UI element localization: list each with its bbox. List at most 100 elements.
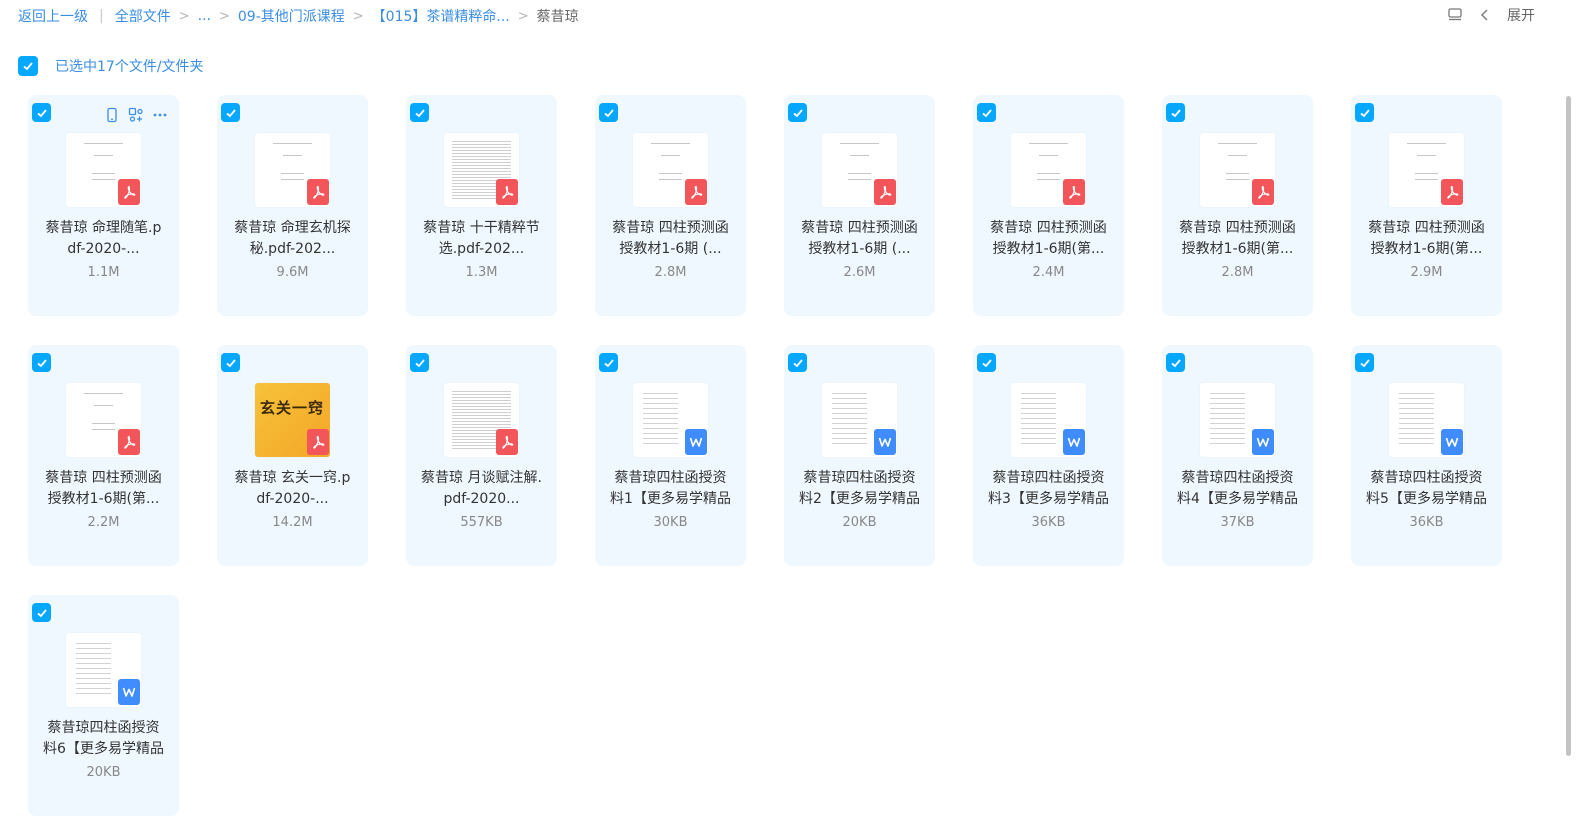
file-name-line-2: 授教材1-6期(第...: [992, 241, 1105, 257]
expand-button[interactable]: 展开: [1507, 5, 1535, 25]
document-preview: [76, 643, 111, 697]
phone-icon[interactable]: [104, 107, 120, 123]
file-card[interactable]: 蔡昔琼 命理随笔.p df-2020-... 1.1M: [28, 95, 179, 316]
file-checkbox[interactable]: [221, 353, 240, 372]
share-icon[interactable]: [128, 107, 144, 123]
file-card[interactable]: 蔡昔琼四柱函授资 料3【更多易学精品 36KB: [973, 345, 1124, 566]
file-card[interactable]: 蔡昔琼四柱函授资 料4【更多易学精品 37KB: [1162, 345, 1313, 566]
file-name[interactable]: 蔡昔琼四柱函授资 料6【更多易学精品: [38, 718, 169, 760]
file-card[interactable]: 蔡昔琼四柱函授资 料6【更多易学精品 20KB: [28, 595, 179, 816]
breadcrumb-folder-09[interactable]: 09-其他门派课程: [238, 6, 345, 26]
file-name-line-2: 料4【更多易学精品: [1177, 491, 1298, 507]
file-checkbox[interactable]: [1355, 353, 1374, 372]
file-card[interactable]: 蔡昔琼 四柱预测函 授教材1-6期 (... 2.8M: [595, 95, 746, 316]
file-card[interactable]: 蔡昔琼 四柱预测函 授教材1-6期(第... 2.8M: [1162, 95, 1313, 316]
file-checkbox[interactable]: [599, 353, 618, 372]
scrollbar[interactable]: [1566, 96, 1571, 756]
file-card[interactable]: 蔡昔琼 命理玄机探 秘.pdf-202... 9.6M: [217, 95, 368, 316]
pdf-icon: [1063, 179, 1085, 205]
file-name-line-1: 蔡昔琼 命理随笔.p: [45, 220, 162, 236]
file-checkbox[interactable]: [599, 103, 618, 122]
file-card[interactable]: 蔡昔琼 四柱预测函 授教材1-6期(第... 2.2M: [28, 345, 179, 566]
file-size: 1.3M: [465, 265, 498, 280]
document-preview: [1021, 393, 1056, 447]
file-name[interactable]: 蔡昔琼 命理随笔.p df-2020-...: [38, 218, 169, 260]
file-name[interactable]: 蔡昔琼 十干精粹节 选.pdf-202...: [416, 218, 547, 260]
file-checkbox[interactable]: [32, 353, 51, 372]
file-name[interactable]: 蔡昔琼 命理玄机探 秘.pdf-202...: [227, 218, 358, 260]
file-card[interactable]: 蔡昔琼 十干精粹节 选.pdf-202... 1.3M: [406, 95, 557, 316]
file-name[interactable]: 蔡昔琼 四柱预测函 授教材1-6期(第...: [1361, 218, 1492, 260]
file-card[interactable]: 蔡昔琼 四柱预测函 授教材1-6期(第... 2.4M: [973, 95, 1124, 316]
chevron-left-icon[interactable]: [1477, 7, 1493, 23]
file-name[interactable]: 蔡昔琼四柱函授资 料4【更多易学精品: [1172, 468, 1303, 510]
pdf-icon: [1441, 179, 1463, 205]
word-doc-icon: [1252, 429, 1274, 455]
file-name-line-1: 蔡昔琼 月谈赋注解.: [421, 470, 542, 486]
file-checkbox[interactable]: [1166, 103, 1185, 122]
pdf-icon: [307, 179, 329, 205]
file-name-line-1: 蔡昔琼 四柱预测函: [1179, 220, 1296, 236]
file-size: 20KB: [842, 515, 877, 530]
file-name-line-1: 蔡昔琼四柱函授资: [1181, 470, 1294, 486]
file-name-line-2: 料1【更多易学精品: [610, 491, 731, 507]
file-card[interactable]: 蔡昔琼四柱函授资 料5【更多易学精品 36KB: [1351, 345, 1502, 566]
file-size: 30KB: [653, 515, 688, 530]
file-checkbox[interactable]: [221, 103, 240, 122]
file-checkbox[interactable]: [410, 353, 429, 372]
file-card[interactable]: 蔡昔琼四柱函授资 料2【更多易学精品 20KB: [784, 345, 935, 566]
file-name[interactable]: 蔡昔琼四柱函授资 料3【更多易学精品: [983, 468, 1114, 510]
file-checkbox[interactable]: [1355, 103, 1374, 122]
document-preview: [1399, 393, 1434, 447]
file-name[interactable]: 蔡昔琼 玄关一窍.p df-2020-...: [227, 468, 358, 510]
file-size: 14.2M: [272, 515, 313, 530]
file-name-line-2: pdf-2020...: [443, 491, 520, 507]
file-checkbox[interactable]: [788, 103, 807, 122]
file-name[interactable]: 蔡昔琼四柱函授资 料5【更多易学精品: [1361, 468, 1492, 510]
file-checkbox[interactable]: [32, 603, 51, 622]
file-name[interactable]: 蔡昔琼四柱函授资 料2【更多易学精品: [794, 468, 925, 510]
file-name[interactable]: 蔡昔琼 四柱预测函 授教材1-6期 (...: [605, 218, 736, 260]
chevron-right-icon: >: [218, 8, 230, 24]
file-size: 2.9M: [1410, 265, 1443, 280]
file-checkbox[interactable]: [788, 353, 807, 372]
file-size: 9.6M: [276, 265, 309, 280]
right-tools: 展开: [1447, 5, 1535, 25]
file-checkbox[interactable]: [977, 103, 996, 122]
breadcrumb-all-files[interactable]: 全部文件: [115, 6, 171, 26]
file-name[interactable]: 蔡昔琼四柱函授资 料1【更多易学精品: [605, 468, 736, 510]
pdf-icon: [685, 179, 707, 205]
pdf-icon: [496, 179, 518, 205]
file-name-line-1: 蔡昔琼四柱函授资: [1370, 470, 1483, 486]
pdf-icon: [1252, 179, 1274, 205]
document-preview: [832, 393, 867, 447]
file-checkbox[interactable]: [1166, 353, 1185, 372]
file-name-line-1: 蔡昔琼四柱函授资: [992, 470, 1105, 486]
file-size: 2.2M: [87, 515, 120, 530]
pdf-icon: [307, 429, 329, 455]
select-all-checkbox[interactable]: [18, 56, 38, 76]
breadcrumb-ellipsis[interactable]: ...: [198, 8, 211, 24]
file-card[interactable]: 玄关一窍 蔡昔琼 玄关一窍.p df-2020-... 14.2M: [217, 345, 368, 566]
back-link[interactable]: 返回上一级: [18, 6, 88, 26]
file-name[interactable]: 蔡昔琼 月谈赋注解. pdf-2020...: [416, 468, 547, 510]
file-name[interactable]: 蔡昔琼 四柱预测函 授教材1-6期(第...: [1172, 218, 1303, 260]
file-checkbox[interactable]: [977, 353, 996, 372]
file-name-line-1: 蔡昔琼 四柱预测函: [612, 220, 729, 236]
file-name[interactable]: 蔡昔琼 四柱预测函 授教材1-6期(第...: [38, 468, 169, 510]
file-name[interactable]: 蔡昔琼 四柱预测函 授教材1-6期(第...: [983, 218, 1114, 260]
breadcrumb-folder-015[interactable]: 【015】茶谱精粹命...: [372, 6, 510, 26]
file-card[interactable]: 蔡昔琼 四柱预测函 授教材1-6期 (... 2.6M: [784, 95, 935, 316]
file-card[interactable]: 蔡昔琼四柱函授资 料1【更多易学精品 30KB: [595, 345, 746, 566]
file-checkbox[interactable]: [410, 103, 429, 122]
file-card[interactable]: 蔡昔琼 月谈赋注解. pdf-2020... 557KB: [406, 345, 557, 566]
file-name[interactable]: 蔡昔琼 四柱预测函 授教材1-6期 (...: [794, 218, 925, 260]
pdf-icon: [118, 179, 140, 205]
file-name-line-1: 蔡昔琼四柱函授资: [803, 470, 916, 486]
more-icon[interactable]: [152, 107, 168, 123]
file-name-line-2: 料2【更多易学精品: [799, 491, 920, 507]
file-card[interactable]: 蔡昔琼 四柱预测函 授教材1-6期(第... 2.9M: [1351, 95, 1502, 316]
selection-count-text: 已选中17个文件/文件夹: [55, 59, 204, 75]
list-view-icon[interactable]: [1447, 7, 1463, 23]
file-checkbox[interactable]: [32, 103, 51, 122]
